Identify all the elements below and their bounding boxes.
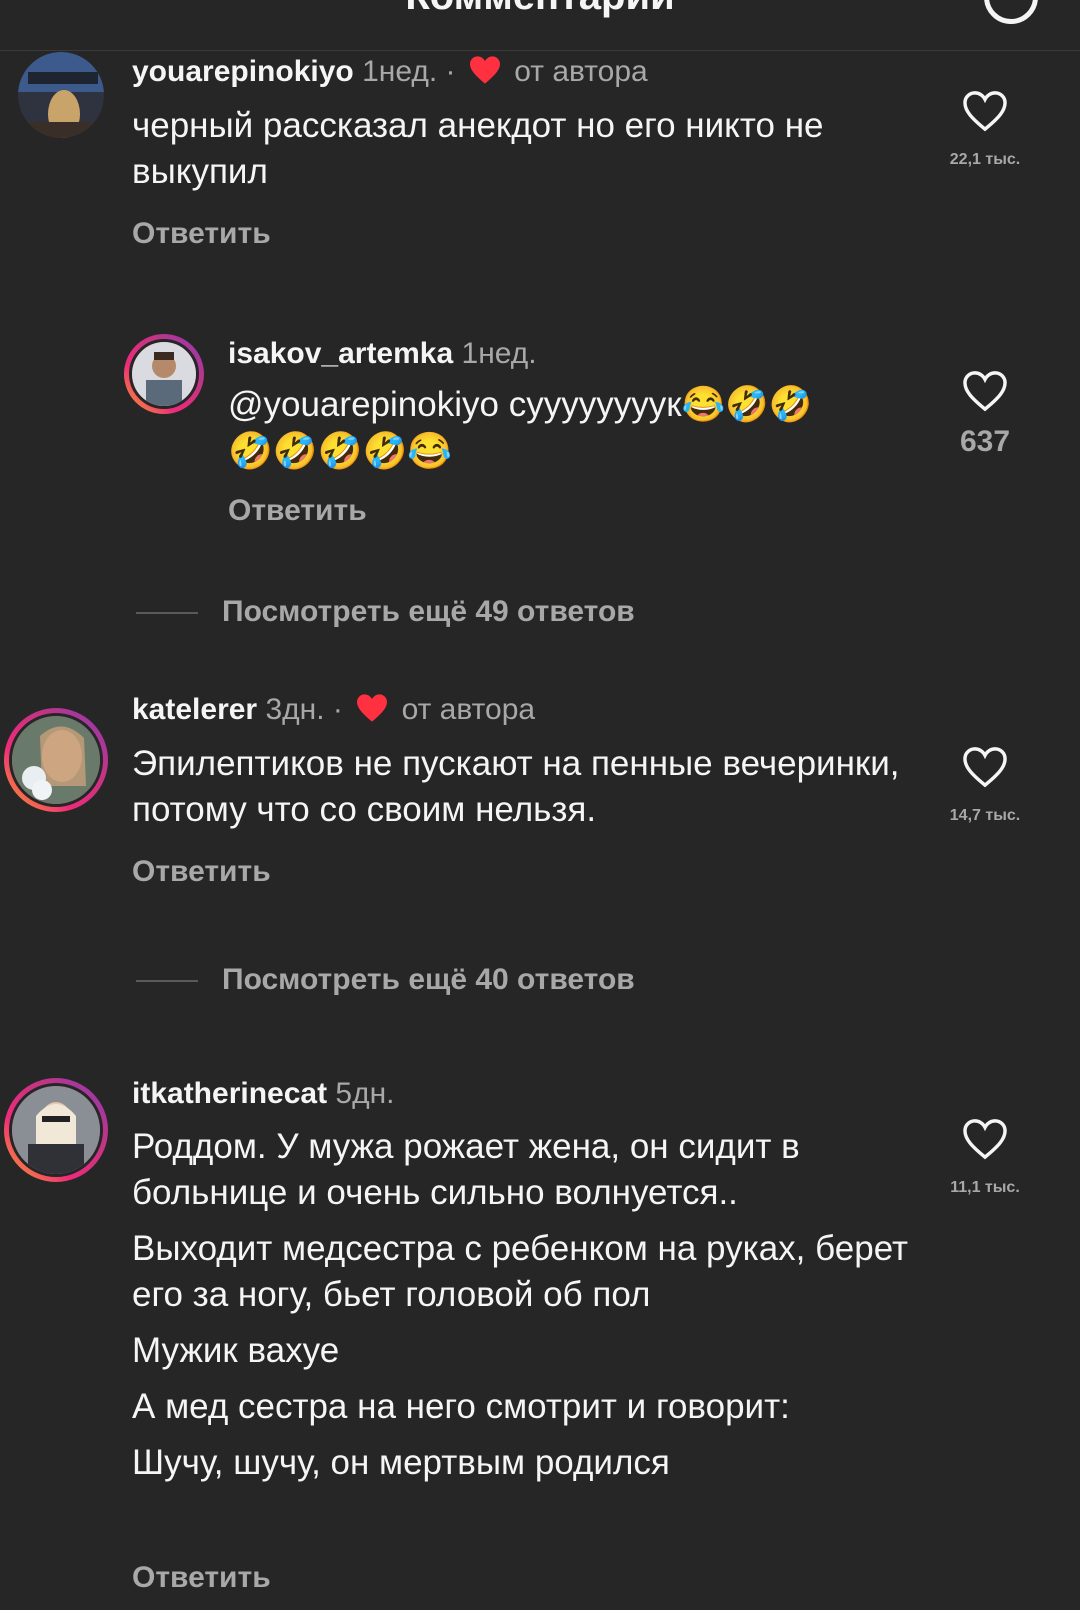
- avatar-photo: [12, 1086, 100, 1174]
- comment-text: Выходит медсестра с ребенком на руках, б…: [132, 1229, 909, 1314]
- comment-text: Эпилептиков не пускают на пенные вечерин…: [132, 744, 900, 829]
- separator: ·: [332, 693, 343, 726]
- header: Комментарии: [0, 0, 1080, 51]
- heart-outline-icon: [963, 747, 1007, 788]
- separator: ·: [445, 55, 456, 88]
- heart-outline-icon: [963, 371, 1007, 412]
- reply-button[interactable]: Ответить: [132, 1561, 271, 1595]
- like-count: 11,1 тыс.: [950, 1179, 1020, 1196]
- author-badge: от автора: [514, 55, 648, 88]
- comment-text: Роддом. У мужа рожает жена, он сидит в б…: [132, 1127, 800, 1212]
- timestamp: 1нед.: [362, 55, 438, 88]
- comment-text: А мед сестра на него смотрит и говорит:: [132, 1387, 790, 1426]
- heart-filled-icon: [357, 694, 388, 722]
- comment-text: Мужик вахуе: [132, 1331, 340, 1370]
- author-badge: от автора: [401, 693, 536, 726]
- username[interactable]: katelerer: [132, 693, 257, 726]
- reply-button[interactable]: Ответить: [228, 494, 367, 528]
- like-button[interactable]: 637: [930, 370, 1040, 459]
- comment-text: Шучу, шучу, он мертвым родился: [132, 1443, 670, 1482]
- view-more-label: Посмотреть ещё 40 ответов: [222, 963, 635, 996]
- view-more-replies[interactable]: Посмотреть ещё 49 ответов: [136, 595, 635, 629]
- timestamp: 1нед.: [461, 337, 537, 370]
- username[interactable]: youarepinokiyo: [132, 55, 354, 88]
- heart-filled-icon: [469, 56, 500, 84]
- heart-outline-icon: [963, 91, 1007, 132]
- timestamp: 3дн.: [265, 693, 325, 726]
- comment-text: суууууууук😂🤣🤣: [508, 385, 813, 424]
- like-button[interactable]: 11,1 тыс.: [930, 1118, 1040, 1197]
- heart-outline-icon: [963, 1119, 1007, 1160]
- avatar[interactable]: [4, 708, 108, 812]
- username[interactable]: isakov_artemka: [228, 337, 453, 370]
- avatar-photo: [132, 342, 196, 406]
- emoji-line: 🤣🤣🤣🤣😂: [228, 430, 453, 471]
- reply-button[interactable]: Ответить: [132, 855, 271, 889]
- filter-icon[interactable]: [984, 0, 1038, 24]
- mention-link[interactable]: @youarepinokiyo: [228, 385, 499, 424]
- like-button[interactable]: 14,7 тыс.: [930, 746, 1040, 825]
- timestamp: 5дн.: [335, 1077, 395, 1110]
- like-count: 14,7 тыс.: [949, 807, 1021, 824]
- avatar-photo: [18, 52, 104, 138]
- like-count: 637: [959, 425, 1011, 458]
- page-title: Комментарии: [0, 0, 1080, 19]
- like-button[interactable]: 22,1 тыс.: [930, 90, 1040, 169]
- avatar[interactable]: [124, 334, 204, 414]
- avatar[interactable]: [18, 52, 104, 138]
- avatar[interactable]: [4, 1078, 108, 1182]
- avatar-photo: [12, 716, 100, 804]
- view-more-replies[interactable]: Посмотреть ещё 40 ответов: [136, 963, 635, 997]
- divider-line: [136, 980, 198, 983]
- comment-text: черный рассказал анекдот но его никто не…: [132, 106, 824, 191]
- divider-line: [136, 612, 198, 615]
- username[interactable]: itkatherinecat: [132, 1077, 327, 1110]
- like-count: 22,1 тыс.: [949, 151, 1021, 168]
- reply-button[interactable]: Ответить: [132, 217, 271, 251]
- view-more-label: Посмотреть ещё 49 ответов: [222, 595, 635, 628]
